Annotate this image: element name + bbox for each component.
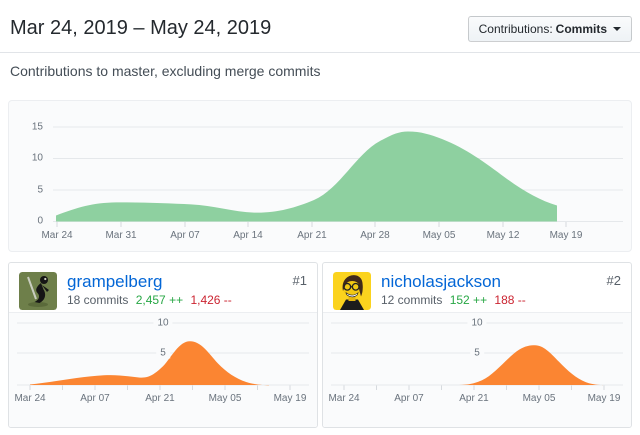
contributor-stats: 12 commits 152 ++ 188 -- <box>381 293 526 308</box>
filter-value: Commits <box>555 22 607 36</box>
contributor-header: nicholasjackson 12 commits 152 ++ 188 --… <box>323 263 631 312</box>
contributor-card-nicholasjackson: nicholasjackson 12 commits 152 ++ 188 --… <box>322 262 632 428</box>
contributor-info: nicholasjackson 12 commits 152 ++ 188 -- <box>381 272 526 308</box>
card-y-tick-5: 5 <box>470 347 484 359</box>
contributors-page: Mar 24, 2019 – May 24, 2019 Contribution… <box>0 0 640 435</box>
card-y-tick-10: 10 <box>467 317 487 329</box>
main-x-tick: May 12 <box>486 230 520 241</box>
card-y-tick-5: 5 <box>156 347 170 359</box>
contributor-info: grampelberg 18 commits 2,457 ++ 1,426 -- <box>67 272 232 308</box>
main-contributions-chart[interactable]: 15 10 5 0 Mar 24 Mar 31 Apr 07 Apr 14 Ap… <box>8 100 632 252</box>
main-x-tick: Apr 07 <box>170 230 200 241</box>
contributor-stats: 18 commits 2,457 ++ 1,426 -- <box>67 293 232 308</box>
main-x-tick: Mar 31 <box>105 230 137 241</box>
card-x-tick: Apr 07 <box>394 393 424 404</box>
additions-count: 2,457 ++ <box>135 293 184 307</box>
contributor-chart-canvas <box>17 322 309 390</box>
card-x-tick: Apr 21 <box>459 393 489 404</box>
username-link[interactable]: nicholasjackson <box>381 272 501 292</box>
card-x-tick: Mar 24 <box>328 393 360 404</box>
main-x-tick: May 05 <box>422 230 456 241</box>
card-x-tick: Apr 07 <box>80 393 110 404</box>
deletions-count: 188 -- <box>494 293 526 307</box>
dropdown-caret-icon <box>613 27 621 31</box>
avatar <box>333 272 371 310</box>
contributor-rank: #1 <box>292 273 307 288</box>
username-link[interactable]: grampelberg <box>67 272 162 292</box>
commit-count: 18 commits <box>67 293 129 307</box>
card-x-tick: May 05 <box>522 393 556 404</box>
contributor-rank: #2 <box>606 273 621 288</box>
contributions-filter-button[interactable]: Contributions: Commits <box>467 16 632 42</box>
deletions-count: 1,426 -- <box>190 293 232 307</box>
main-x-tick: May 19 <box>549 230 583 241</box>
filter-label: Contributions: <box>478 22 553 36</box>
additions-count: 152 ++ <box>449 293 488 307</box>
main-y-tick-5: 5 <box>37 184 43 196</box>
main-y-tick-15: 15 <box>31 121 43 133</box>
chart-subtitle: Contributions to master, excluding merge… <box>10 63 321 79</box>
main-y-tick-10: 10 <box>31 152 43 164</box>
contributor-header: grampelberg 18 commits 2,457 ++ 1,426 --… <box>9 263 317 312</box>
card-x-tick: Mar 24 <box>14 393 46 404</box>
card-x-tick: May 19 <box>273 393 307 404</box>
main-x-tick: Apr 21 <box>297 230 327 241</box>
card-y-tick-10: 10 <box>153 317 173 329</box>
contributor-card-grampelberg: grampelberg 18 commits 2,457 ++ 1,426 --… <box>8 262 318 428</box>
commit-count: 12 commits <box>381 293 443 307</box>
contributor-chart: 10 5 Mar 24 Apr 07 Apr 21 May 05 May 19 <box>323 312 631 427</box>
main-x-tick: Apr 14 <box>233 230 263 241</box>
main-y-tick-0: 0 <box>37 215 43 227</box>
main-chart-canvas <box>53 126 623 227</box>
contributor-area-series <box>30 341 269 386</box>
main-x-tick: Mar 24 <box>41 230 73 241</box>
contributor-chart: 10 5 Mar 24 Apr 07 Apr 21 May 05 May 19 <box>9 312 317 427</box>
avatar <box>19 272 57 310</box>
card-x-tick: May 05 <box>208 393 242 404</box>
all-contributors-area-series <box>56 131 557 222</box>
contributor-chart-canvas <box>331 322 623 390</box>
card-x-tick: Apr 21 <box>145 393 175 404</box>
page-header: Mar 24, 2019 – May 24, 2019 Contribution… <box>10 14 632 46</box>
header-divider <box>0 52 640 53</box>
main-x-tick: Apr 28 <box>360 230 390 241</box>
card-x-tick: May 19 <box>587 393 621 404</box>
